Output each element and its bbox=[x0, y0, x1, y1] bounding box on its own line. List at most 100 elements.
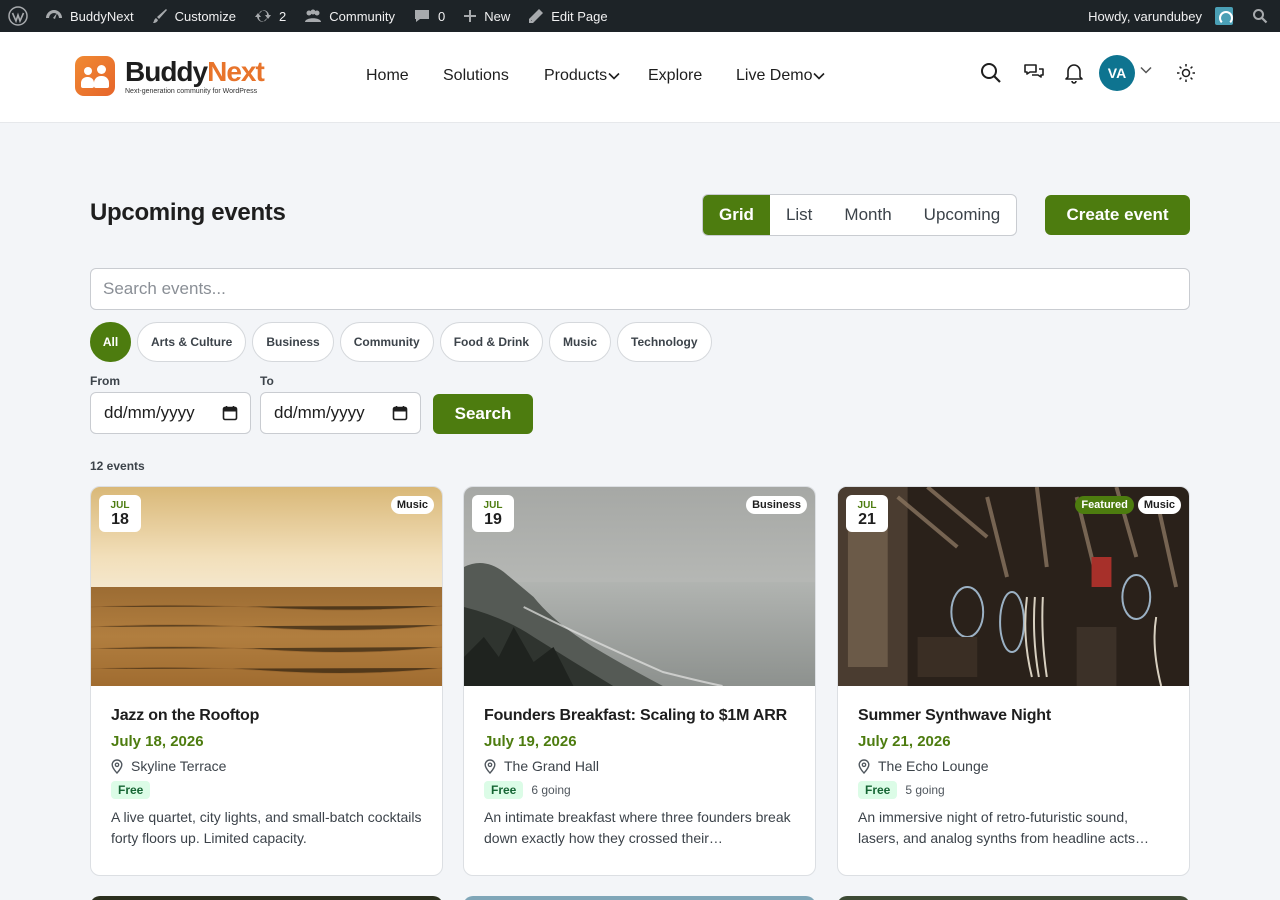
to-date-field[interactable]: dd/mm/yyyy bbox=[260, 392, 421, 434]
search-button[interactable]: Search bbox=[433, 394, 533, 434]
admin-bar-avatar bbox=[1215, 7, 1233, 25]
admin-bar-search[interactable] bbox=[1242, 0, 1280, 32]
event-image[interactable] bbox=[91, 487, 442, 686]
chevron-down-icon[interactable] bbox=[1134, 58, 1158, 82]
wp-admin-bar: BuddyNext Customize 2 Community 0 New Ed… bbox=[0, 0, 1280, 32]
category-chip-music[interactable]: Music bbox=[549, 322, 612, 362]
event-title[interactable]: Founders Breakfast: Scaling to $1M ARR bbox=[484, 705, 797, 727]
category-chip-all[interactable]: All bbox=[90, 322, 131, 362]
search-events-input[interactable]: Search events... bbox=[90, 268, 1190, 310]
location-pin-icon bbox=[111, 758, 123, 774]
event-image[interactable] bbox=[838, 487, 1189, 686]
event-venue: The Echo Lounge bbox=[878, 758, 989, 774]
event-description: A live quartet, city lights, and small-b… bbox=[111, 809, 422, 846]
site-logo[interactable]: BuddyNext Next-generation community for … bbox=[75, 55, 265, 96]
admin-bar-account[interactable]: Howdy, varundubey bbox=[1079, 0, 1242, 32]
category-tag: Business bbox=[746, 496, 807, 514]
location-pin-icon bbox=[858, 758, 870, 774]
event-card[interactable]: JUL 21 Featured Music Summer Synthwave N… bbox=[837, 486, 1190, 876]
comment-icon bbox=[415, 10, 429, 22]
event-title[interactable]: Summer Synthwave Night bbox=[858, 705, 1171, 727]
event-date-badge: JUL 19 bbox=[472, 495, 514, 532]
location-pin-icon bbox=[484, 758, 496, 774]
theme-toggle-sun-icon[interactable] bbox=[1174, 61, 1198, 85]
view-month-button[interactable]: Month bbox=[828, 195, 907, 235]
create-event-button[interactable]: Create event bbox=[1045, 195, 1190, 235]
logo-mark-icon bbox=[75, 56, 115, 96]
header-actions: VA bbox=[979, 55, 1198, 91]
admin-bar-edit-label: Edit Page bbox=[551, 8, 608, 24]
category-tag: Music bbox=[1137, 496, 1181, 514]
from-date-field[interactable]: dd/mm/yyyy bbox=[90, 392, 251, 434]
event-description: An immersive night of retro-futuristic s… bbox=[858, 809, 1150, 846]
admin-bar-howdy: Howdy, varundubey bbox=[1088, 8, 1202, 24]
nav-live-demo[interactable]: Live Demo bbox=[736, 67, 826, 85]
calendar-icon[interactable] bbox=[392, 405, 408, 421]
admin-bar-customize-label: Customize bbox=[174, 8, 237, 24]
event-card[interactable]: JUL 18 Music Jazz on the Rooftop July 18… bbox=[90, 486, 443, 876]
admin-bar-edit-page[interactable]: Edit Page bbox=[519, 0, 616, 32]
featured-tag: Featured bbox=[1075, 496, 1134, 514]
dashboard-icon bbox=[46, 10, 62, 19]
logo-wordmark: BuddyNext bbox=[125, 55, 265, 87]
category-tag: Music bbox=[390, 496, 434, 514]
category-chip-business[interactable]: Business bbox=[252, 322, 334, 362]
price-badge: Free bbox=[111, 781, 151, 799]
pencil-icon bbox=[529, 9, 544, 23]
event-date: July 18, 2026 bbox=[111, 733, 204, 750]
messages-icon[interactable] bbox=[1022, 61, 1046, 85]
event-date: July 19, 2026 bbox=[484, 733, 577, 750]
price-badge: Free bbox=[858, 781, 898, 799]
admin-bar-new[interactable]: New bbox=[454, 0, 519, 32]
price-badge: Free bbox=[484, 781, 524, 799]
category-chip-food-drink[interactable]: Food & Drink bbox=[439, 322, 544, 362]
admin-bar-site-name[interactable]: BuddyNext bbox=[36, 0, 143, 32]
from-date-label: From bbox=[90, 374, 120, 388]
nav-explore[interactable]: Explore bbox=[648, 67, 736, 85]
event-date-badge: JUL 18 bbox=[99, 495, 141, 532]
event-card-peek[interactable] bbox=[463, 896, 816, 900]
nav-solutions[interactable]: Solutions bbox=[443, 67, 544, 85]
admin-bar-community-label: Community bbox=[329, 8, 395, 24]
admin-bar-updates[interactable]: 2 bbox=[245, 0, 295, 32]
user-avatar[interactable]: VA bbox=[1099, 55, 1135, 91]
category-chip-arts-culture[interactable]: Arts & Culture bbox=[137, 322, 247, 362]
admin-bar-community[interactable]: Community bbox=[295, 0, 404, 32]
search-icon bbox=[1253, 9, 1268, 24]
event-card-peek[interactable] bbox=[90, 896, 443, 900]
event-description: An intimate breakfast where three founde… bbox=[484, 809, 791, 846]
logo-tagline: Next-generation community for WordPress bbox=[125, 87, 258, 95]
event-date-badge: JUL 21 bbox=[846, 495, 888, 532]
view-grid-button[interactable]: Grid bbox=[703, 195, 770, 235]
view-list-button[interactable]: List bbox=[770, 195, 828, 235]
nav-home[interactable]: Home bbox=[366, 67, 443, 85]
admin-bar-comments-count: 0 bbox=[438, 8, 446, 24]
event-card-peek[interactable] bbox=[837, 896, 1190, 900]
community-icon bbox=[305, 9, 322, 22]
notifications-bell-icon[interactable] bbox=[1062, 61, 1086, 85]
event-image[interactable] bbox=[464, 487, 815, 686]
attendee-count: 6 going bbox=[531, 783, 571, 797]
view-upcoming-button[interactable]: Upcoming bbox=[908, 195, 1017, 235]
event-card[interactable]: JUL 19 Business Founders Breakfast: Scal… bbox=[463, 486, 816, 876]
category-chip-community[interactable]: Community bbox=[339, 322, 434, 362]
nav-products[interactable]: Products bbox=[544, 67, 648, 85]
event-title[interactable]: Jazz on the Rooftop bbox=[111, 705, 424, 727]
event-venue: The Grand Hall bbox=[504, 758, 599, 774]
from-date-value: dd/mm/yyyy bbox=[104, 403, 195, 422]
to-date-label: To bbox=[260, 374, 274, 388]
category-filter: All Arts & Culture Business Community Fo… bbox=[90, 322, 712, 362]
view-switcher: Grid List Month Upcoming bbox=[702, 194, 1018, 236]
event-venue: Skyline Terrace bbox=[131, 758, 227, 774]
search-icon[interactable] bbox=[979, 61, 1003, 85]
category-chip-technology[interactable]: Technology bbox=[617, 322, 712, 362]
admin-bar-comments[interactable]: 0 bbox=[404, 0, 454, 32]
admin-bar-new-label: New bbox=[484, 8, 511, 24]
chevron-down-icon bbox=[813, 72, 826, 80]
chevron-down-icon bbox=[608, 72, 620, 80]
calendar-icon[interactable] bbox=[222, 405, 238, 421]
site-header: BuddyNext Next-generation community for … bbox=[0, 32, 1280, 123]
admin-bar-updates-count: 2 bbox=[279, 8, 287, 24]
wordpress-logo-icon[interactable] bbox=[0, 0, 36, 32]
admin-bar-customize[interactable]: Customize bbox=[143, 0, 245, 32]
